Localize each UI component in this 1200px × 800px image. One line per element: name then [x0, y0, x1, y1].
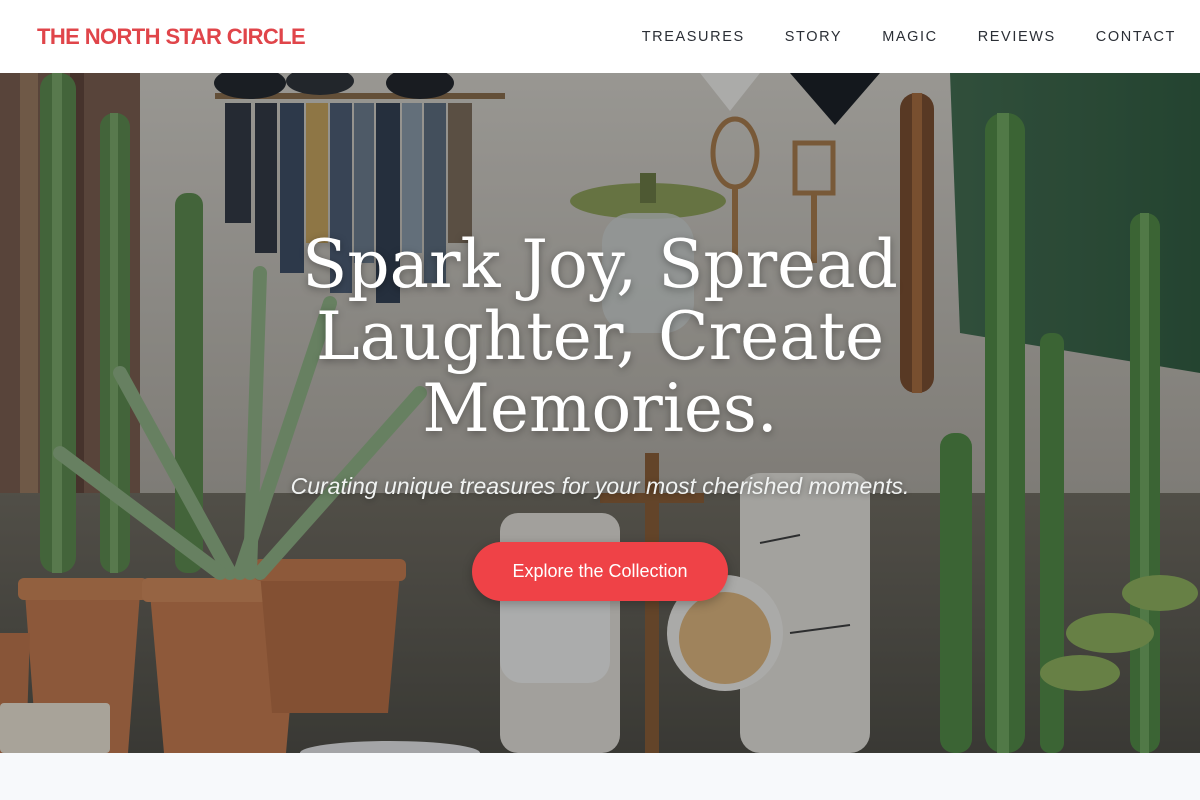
hero-section: Spark Joy, Spread Laughter, Create Memor…: [0, 73, 1200, 753]
explore-collection-button[interactable]: Explore the Collection: [472, 542, 728, 601]
nav-treasures[interactable]: TREASURES: [642, 29, 745, 45]
hero-headline: Spark Joy, Spread Laughter, Create Memor…: [302, 226, 898, 447]
nav-reviews[interactable]: REVIEWS: [978, 29, 1056, 45]
nav-magic[interactable]: MAGIC: [882, 29, 938, 45]
site-logo[interactable]: THE NORTH STAR CIRCLE: [37, 24, 306, 50]
nav-story[interactable]: STORY: [785, 29, 842, 45]
next-section: [0, 753, 1200, 800]
nav-contact[interactable]: CONTACT: [1096, 29, 1176, 45]
site-header: THE NORTH STAR CIRCLE TREASURES STORY MA…: [0, 0, 1200, 73]
main-nav: TREASURES STORY MAGIC REVIEWS CONTACT: [642, 29, 1176, 45]
hero-content: Spark Joy, Spread Laughter, Create Memor…: [0, 73, 1200, 753]
hero-subheadline: Curating unique treasures for your most …: [290, 473, 910, 499]
